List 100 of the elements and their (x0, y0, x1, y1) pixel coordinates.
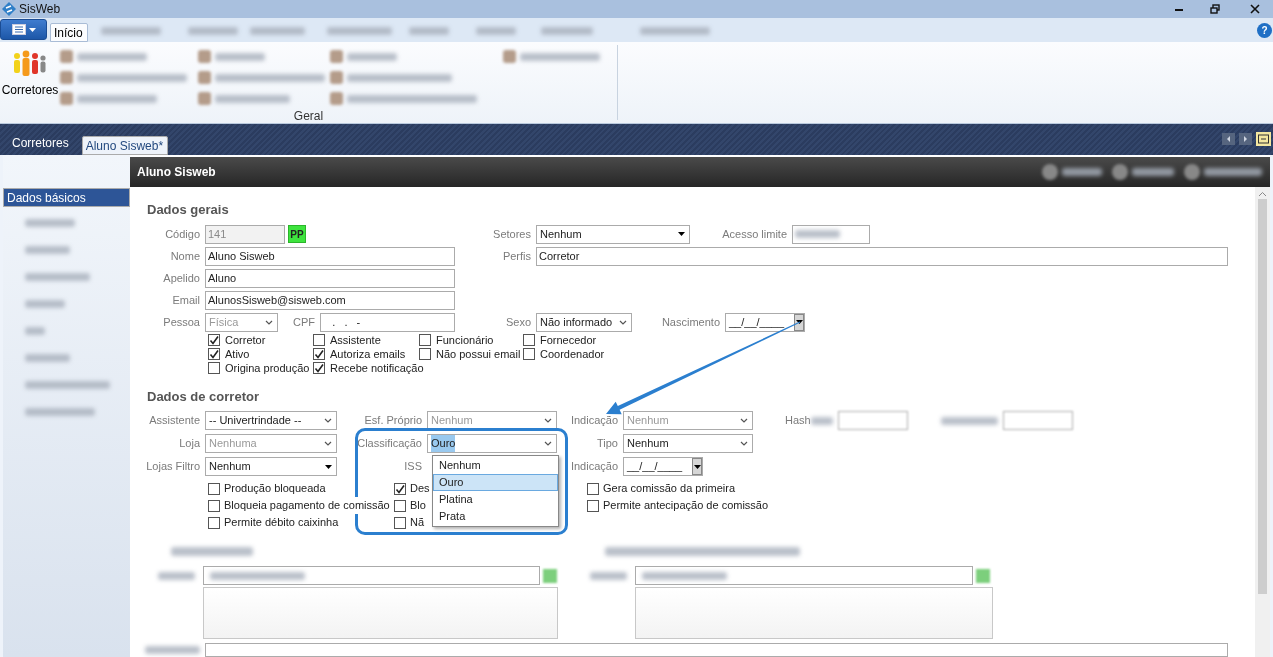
dropdown-option[interactable]: Nenhum (433, 457, 558, 474)
blurred-text (215, 52, 265, 61)
chevron-down-icon (740, 441, 748, 446)
field-label: Setores (492, 226, 532, 242)
chevron-down-icon (265, 319, 273, 325)
blurred-text (187, 27, 238, 35)
checkbox[interactable] (208, 348, 220, 360)
text-field[interactable]: . . - (320, 312, 455, 332)
toolbar-button[interactable] (1184, 164, 1262, 180)
sidebar-item[interactable]: Dados básicos (3, 188, 130, 207)
caret-icon (325, 464, 332, 469)
dropdown-option[interactable]: Platina (433, 491, 558, 508)
checkbox[interactable] (587, 482, 599, 495)
checkbox[interactable] (587, 499, 599, 512)
close-icon (1250, 4, 1260, 14)
checkbox[interactable] (419, 348, 431, 360)
checkbox[interactable] (523, 334, 535, 346)
field-label: Perfis (501, 248, 532, 264)
checkbox-label: Fornecedor (540, 332, 597, 348)
blurred-text (145, 646, 200, 654)
checkbox[interactable] (313, 348, 325, 360)
blurred-text (1062, 168, 1102, 176)
dropdown[interactable]: -- Univertrindade -- (205, 411, 337, 430)
field-label: Email (171, 292, 201, 308)
document-tab[interactable]: Corretores (5, 130, 76, 155)
text-field[interactable] (205, 643, 1228, 657)
help-button[interactable]: ? (1257, 23, 1272, 38)
field-label: CPF (292, 314, 316, 330)
dropdown-button[interactable] (692, 458, 702, 475)
checkbox[interactable] (208, 362, 220, 374)
blurred-text (1132, 168, 1174, 176)
checkbox[interactable] (394, 516, 406, 529)
status-badge: PP (288, 225, 306, 243)
text-field[interactable]: Aluno Sisweb (205, 246, 455, 266)
blurred-text (25, 299, 65, 308)
checkbox[interactable] (394, 482, 406, 495)
field-label: Nascimento (660, 314, 721, 330)
section-heading: Dados gerais (147, 201, 230, 219)
text-field[interactable]: AlunosSisweb@sisweb.com (205, 290, 455, 310)
scrollbar[interactable] (1255, 187, 1270, 657)
field-label: Indicação (569, 459, 619, 475)
date-field[interactable]: __/__/____ (725, 312, 805, 332)
dropdown-option[interactable]: Ouro (433, 474, 558, 491)
blurred-text (347, 52, 397, 61)
blurred-text (326, 27, 392, 35)
checkbox-label: Funcionário (436, 332, 494, 348)
list-box[interactable] (635, 587, 993, 639)
field-label: Nome (169, 248, 201, 264)
toolbar-button[interactable] (1042, 164, 1102, 180)
list-box[interactable] (203, 587, 558, 639)
dropdown-button[interactable] (794, 313, 804, 331)
field-label: Hash (785, 413, 811, 429)
blurred-text (77, 52, 147, 61)
checkbox[interactable] (313, 334, 325, 346)
text-field[interactable]: Corretor (536, 246, 1228, 266)
chevron-down-icon (324, 418, 332, 423)
checkbox[interactable] (419, 334, 431, 346)
checkbox[interactable] (523, 348, 535, 360)
checkbox[interactable] (208, 499, 220, 512)
checkbox-label: Assistente (330, 332, 381, 348)
field-label: Tipo (596, 436, 619, 452)
field-label: Código (164, 226, 201, 242)
blurred-text (1204, 168, 1262, 176)
date-field[interactable] (792, 224, 870, 244)
checkbox[interactable] (208, 482, 220, 495)
checkbox-label: Origina produção (225, 360, 310, 376)
caret-icon (795, 320, 803, 324)
dropdown[interactable]: Não informado (536, 312, 632, 332)
dropdown-option[interactable]: Prata (433, 508, 558, 525)
text-field[interactable] (837, 411, 908, 430)
ribbon-button[interactable]: Corretores (0, 45, 60, 105)
checkbox-label: Coordenador (540, 346, 605, 362)
logo-icon (2, 2, 16, 16)
search-field[interactable] (203, 566, 540, 585)
app-menu-button[interactable] (0, 19, 47, 40)
checkbox-label: Bloqueia pagamento de comissão (224, 497, 390, 514)
search-field[interactable] (635, 566, 973, 585)
restore-icon (1210, 4, 1220, 14)
group-label: Geral (292, 109, 325, 123)
dropdown[interactable]: Nenhum (536, 224, 690, 244)
dropdown[interactable]: Nenhum (205, 457, 337, 476)
checkbox[interactable] (208, 516, 220, 529)
field-label: Loja (178, 436, 201, 452)
text-field[interactable]: Aluno (205, 268, 455, 288)
date-field[interactable]: __/__/____ (623, 457, 703, 476)
chevron-down-icon (324, 441, 332, 446)
checkbox[interactable] (394, 499, 406, 512)
checkbox[interactable] (313, 362, 325, 374)
chevron-up-icon (1258, 191, 1267, 197)
ribbon-tab[interactable]: Início (50, 23, 88, 42)
field-label: Classificação (356, 436, 423, 452)
date-field[interactable] (1002, 411, 1073, 430)
document-tab[interactable]: Aluno Sisweb* (81, 136, 169, 155)
checkbox[interactable] (208, 334, 220, 346)
panel-title: Aluno Sisweb (137, 164, 216, 181)
dropdown[interactable]: Nenhum (623, 434, 753, 453)
checkbox-label: Ativo (225, 346, 250, 362)
toolbar-button[interactable] (1112, 164, 1174, 180)
blurred-text (810, 416, 833, 425)
dropdown[interactable]: Ouro (427, 434, 557, 453)
